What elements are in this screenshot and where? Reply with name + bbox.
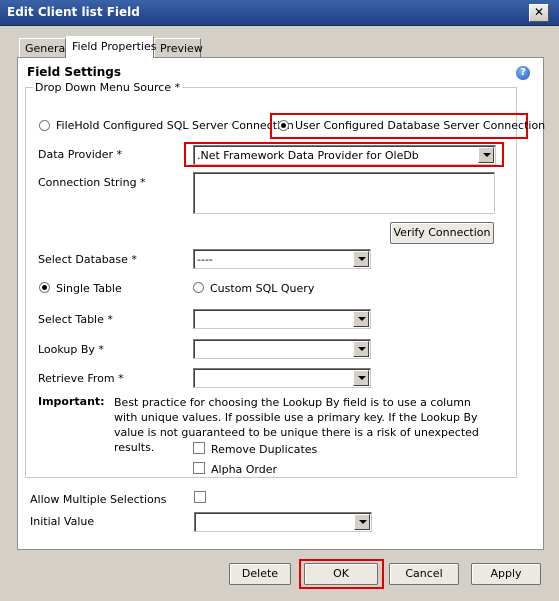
section-title: Field Settings [27, 65, 121, 79]
user-connection-radio[interactable] [278, 120, 289, 131]
data-provider-value: .Net Framework Data Provider for OleDb [197, 149, 419, 162]
important-label: Important: [38, 395, 105, 408]
cancel-label: Cancel [405, 567, 443, 580]
apply-button[interactable]: Apply [471, 563, 541, 585]
verify-connection-label: Verify Connection [393, 226, 491, 239]
initial-value-label: Initial Value [30, 515, 95, 528]
chevron-down-icon[interactable] [353, 370, 369, 386]
connection-string-input[interactable] [193, 172, 495, 214]
alpha-order-label: Alpha Order [211, 463, 278, 476]
select-database-value: ---- [197, 253, 213, 266]
select-database-label: Select Database * [38, 253, 137, 266]
ok-button[interactable]: OK [304, 563, 378, 585]
help-icon[interactable]: ? [516, 66, 530, 80]
remove-duplicates-label: Remove Duplicates [211, 443, 318, 456]
allow-multiple-label: Allow Multiple Selections [30, 493, 167, 506]
chevron-down-icon[interactable] [353, 311, 369, 327]
chevron-down-icon[interactable] [478, 147, 494, 163]
window-title: Edit Client list Field [7, 5, 140, 19]
verify-connection-button[interactable]: Verify Connection [390, 222, 494, 244]
select-database-select[interactable]: ---- [193, 249, 371, 269]
tab-field-properties-label: Field Properties [72, 40, 157, 53]
cancel-button[interactable]: Cancel [389, 563, 459, 585]
tab-general[interactable]: General [19, 38, 69, 58]
remove-duplicates-checkbox[interactable] [193, 442, 205, 454]
window-titlebar: Edit Client list Field [0, 0, 559, 26]
apply-label: Apply [490, 567, 522, 580]
retrieve-from-label: Retrieve From * [38, 372, 124, 385]
close-icon: ✕ [533, 5, 545, 19]
connection-string-label: Connection String * [38, 176, 146, 189]
lookup-by-select[interactable] [193, 339, 371, 359]
user-connection-label: User Configured Database Server Connecti… [295, 119, 546, 132]
single-table-label: Single Table [56, 282, 122, 295]
ok-label: OK [333, 567, 349, 580]
alpha-order-checkbox[interactable] [193, 462, 205, 474]
close-button[interactable]: ✕ [529, 4, 549, 22]
custom-sql-radio[interactable] [193, 282, 204, 293]
single-table-radio[interactable] [39, 282, 50, 293]
tab-preview-label: Preview [160, 42, 203, 55]
delete-button[interactable]: Delete [229, 563, 291, 585]
group-legend: Drop Down Menu Source * [33, 81, 183, 94]
filehold-connection-label: FileHold Configured SQL Server Connectio… [56, 119, 294, 132]
retrieve-from-select[interactable] [193, 368, 371, 388]
initial-value-select[interactable] [194, 512, 372, 532]
select-table-label: Select Table * [38, 313, 113, 326]
allow-multiple-checkbox[interactable] [194, 491, 206, 503]
data-provider-select[interactable]: .Net Framework Data Provider for OleDb [193, 145, 496, 165]
filehold-connection-radio[interactable] [39, 120, 50, 131]
select-table-select[interactable] [193, 309, 371, 329]
lookup-by-label: Lookup By * [38, 343, 104, 356]
tab-general-label: General [25, 42, 69, 55]
custom-sql-label: Custom SQL Query [210, 282, 315, 295]
tab-preview[interactable]: Preview [154, 38, 203, 58]
data-provider-label: Data Provider * [38, 148, 123, 161]
tab-field-properties[interactable]: Field Properties [66, 36, 157, 58]
chevron-down-icon[interactable] [354, 514, 370, 530]
chevron-down-icon[interactable] [353, 251, 369, 267]
chevron-down-icon[interactable] [353, 341, 369, 357]
delete-label: Delete [241, 567, 279, 580]
